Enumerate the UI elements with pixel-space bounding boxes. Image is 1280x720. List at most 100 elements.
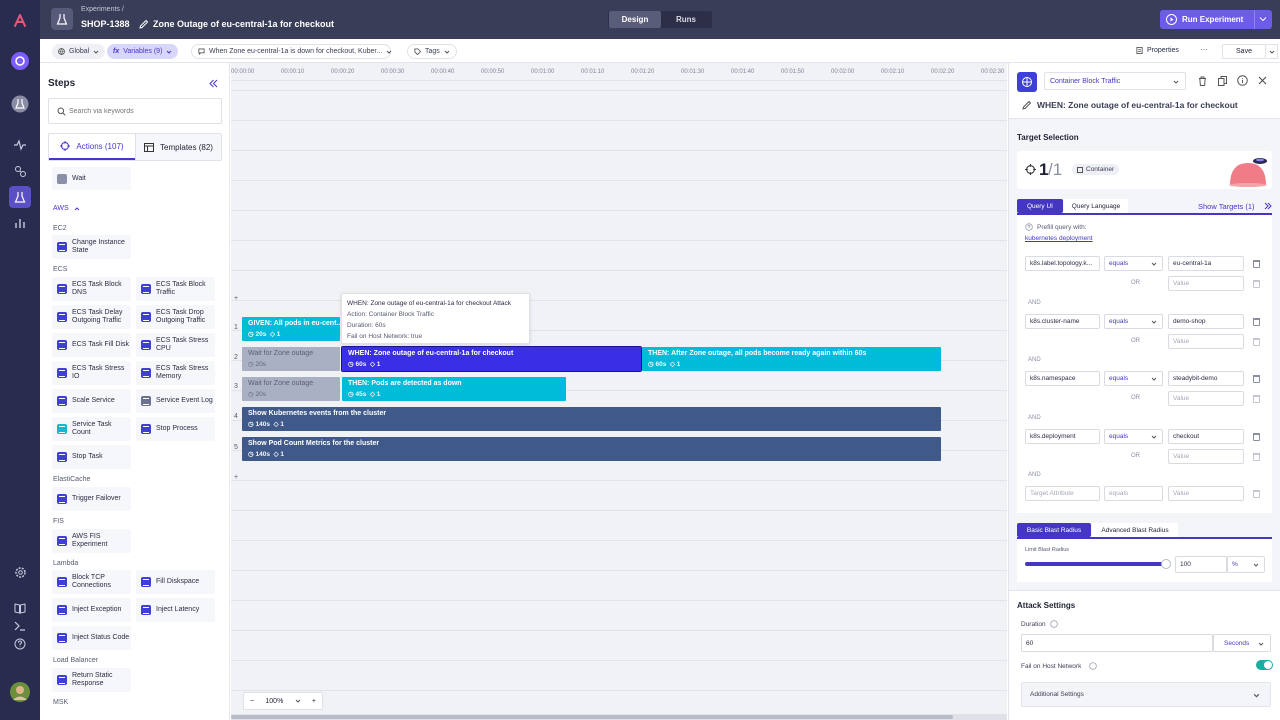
tab-actions[interactable]: Actions (107)	[49, 134, 135, 160]
double-chevron-right-icon[interactable]	[1264, 202, 1272, 210]
avatar[interactable]	[9, 681, 31, 703]
collapse-panel-icon[interactable]	[209, 79, 218, 88]
tab-basic-blast-radius[interactable]: Basic Blast Radius	[1017, 523, 1091, 537]
step-return-static-response[interactable]: Return Static Response	[52, 668, 131, 692]
query-value-field[interactable]: checkout	[1168, 429, 1244, 444]
more-options-icon[interactable]: ···	[1200, 45, 1208, 54]
wait-step-block[interactable]: Wait for Zone outage ◷ 20s	[242, 347, 340, 371]
fail-host-network-toggle[interactable]	[1256, 660, 1273, 670]
query-operator-select[interactable]: equals	[1104, 314, 1163, 329]
action-select[interactable]: Container Block Traffic	[1044, 72, 1186, 90]
query-key-field[interactable]: k8s.deployment	[1025, 429, 1100, 444]
query-value-field[interactable]: Value	[1168, 276, 1244, 291]
target-attribute-field[interactable]: Target Attribute	[1025, 486, 1100, 501]
search-input[interactable]	[69, 105, 209, 117]
aws-group-toggle[interactable]: AWS	[53, 205, 80, 212]
save-button[interactable]: Save	[1222, 44, 1266, 59]
info-icon[interactable]	[1237, 75, 1248, 86]
step-scale-service[interactable]: Scale Service	[52, 389, 131, 413]
then-step-block[interactable]: THEN: After Zone outage, all pods become…	[642, 347, 941, 371]
query-key-field[interactable]: k8s.label.topology.k...	[1025, 256, 1100, 271]
events-step-block[interactable]: Show Kubernetes events from the cluster …	[242, 407, 941, 431]
query-operator-select[interactable]: equals	[1104, 429, 1163, 444]
step-aws-fis-experiment[interactable]: AWS FIS Experiment	[52, 529, 131, 553]
trash-icon[interactable]	[1253, 280, 1260, 288]
trash-icon[interactable]	[1253, 453, 1260, 461]
delete-icon[interactable]	[1198, 76, 1207, 86]
step-ecs-task-fill-disk[interactable]: ECS Task Fill Disk	[52, 333, 131, 357]
trash-icon[interactable]	[1253, 433, 1260, 441]
help-icon[interactable]	[9, 633, 31, 655]
step-wait[interactable]: Wait	[52, 167, 131, 190]
blast-radius-slider[interactable]	[1025, 559, 1171, 569]
query-value-field[interactable]: eu-central-1a	[1168, 256, 1244, 271]
trash-icon[interactable]	[1253, 318, 1260, 326]
prefill-link[interactable]: kubernetes deployment	[1025, 235, 1093, 242]
query-operator-select[interactable]: equals	[1104, 486, 1163, 501]
step-stop-task[interactable]: Stop Task	[52, 445, 131, 469]
when-step-block[interactable]: WHEN: Zone outage of eu-central-1a for c…	[341, 346, 642, 372]
workspace-icon[interactable]	[9, 50, 31, 72]
breadcrumb[interactable]: Experiments /	[81, 6, 124, 13]
query-operator-select[interactable]: equals	[1104, 371, 1163, 386]
reports-icon[interactable]	[9, 212, 31, 234]
tab-templates[interactable]: Templates (82)	[135, 134, 221, 160]
step-inject-status-code[interactable]: Inject Status Code	[52, 626, 131, 650]
tags-button[interactable]: Tags	[407, 44, 457, 59]
query-value-field[interactable]: steadybit-demo	[1168, 371, 1244, 386]
step-inject-exception[interactable]: Inject Exception	[52, 598, 131, 622]
step-ecs-task-block-dns[interactable]: ECS Task Block DNS	[52, 277, 131, 301]
hypothesis-field[interactable]: When Zone eu-central-1a is down for chec…	[191, 44, 392, 59]
step-stop-process[interactable]: Stop Process	[136, 417, 215, 441]
duplicate-icon[interactable]	[1218, 76, 1227, 86]
limit-value-field[interactable]: 100	[1175, 556, 1227, 573]
trash-icon[interactable]	[1253, 395, 1260, 403]
limit-unit-select[interactable]: %	[1227, 556, 1265, 573]
experiments-home-icon[interactable]	[9, 93, 31, 115]
environment-select[interactable]: Global	[52, 44, 106, 59]
run-experiment-button[interactable]: Run Experiment	[1160, 10, 1272, 29]
step-trigger-failover[interactable]: Trigger Failover	[52, 487, 131, 511]
wait-step-block[interactable]: Wait for Zone outage ◷ 20s	[242, 377, 340, 401]
add-lane-icon[interactable]: +	[234, 474, 238, 481]
step-ecs-task-stress-io[interactable]: ECS Task Stress IO	[52, 361, 131, 385]
then-step-block[interactable]: THEN: Pods are detected as down ◷ 45s ◇ …	[342, 377, 566, 401]
step-fill-diskspace[interactable]: Fill Diskspace	[136, 570, 215, 594]
step-ecs-task-drop[interactable]: ECS Task Drop Outgoing Traffic	[136, 305, 215, 329]
step-change-instance-state[interactable]: Change Instance State	[52, 235, 131, 259]
query-operator-select[interactable]: equals	[1104, 256, 1163, 271]
query-value-field[interactable]: Value	[1168, 449, 1244, 464]
step-ecs-task-delay[interactable]: ECS Task Delay Outgoing Traffic	[52, 305, 131, 329]
tab-advanced-blast-radius[interactable]: Advanced Blast Radius	[1092, 523, 1178, 537]
query-value-field[interactable]: Value	[1168, 334, 1244, 349]
experiment-title[interactable]: Zone Outage of eu-central-1a for checkou…	[153, 19, 334, 29]
search-field[interactable]	[48, 98, 222, 124]
settings-icon[interactable]	[9, 561, 31, 583]
query-key-field[interactable]: k8s.namespace	[1025, 371, 1100, 386]
query-value-field[interactable]: Value	[1168, 391, 1244, 406]
additional-settings-toggle[interactable]: Additional Settings	[1021, 682, 1271, 707]
slider-thumb[interactable]	[1161, 559, 1171, 569]
step-title[interactable]: WHEN: Zone outage of eu-central-1a for c…	[1037, 100, 1238, 110]
chevron-down-icon[interactable]	[1259, 15, 1267, 23]
given-step-block[interactable]: GIVEN: All pods in eu-cent... ◷ 20s ◇ 1	[242, 317, 340, 341]
zoom-in-icon[interactable]: +	[312, 698, 316, 705]
logo-icon[interactable]	[9, 10, 31, 32]
tab-query-language[interactable]: Query Language	[1064, 199, 1128, 213]
step-ecs-task-block-traffic[interactable]: ECS Task Block Traffic	[136, 277, 215, 301]
step-service-task-count[interactable]: Service Task Count	[52, 417, 131, 441]
query-key-field[interactable]: k8s.cluster-name	[1025, 314, 1100, 329]
step-service-event-log[interactable]: Service Event Log	[136, 389, 215, 413]
timeline-canvas[interactable]: 00:00:00 00:00:10 00:00:20 00:00:30 00:00:40…	[231, 63, 1007, 720]
horizontal-scrollbar[interactable]	[231, 714, 1007, 720]
tab-runs[interactable]: Runs	[660, 11, 712, 28]
explorer-icon[interactable]	[9, 160, 31, 182]
trash-icon[interactable]	[1253, 375, 1260, 383]
close-icon[interactable]	[1258, 76, 1267, 85]
step-inject-latency[interactable]: Inject Latency	[136, 598, 215, 622]
activity-icon[interactable]	[9, 134, 31, 156]
save-options-chevron-icon[interactable]	[1266, 44, 1278, 59]
edit-pencil-icon[interactable]	[1022, 100, 1032, 110]
edit-pencil-icon[interactable]	[139, 19, 149, 29]
trash-icon[interactable]	[1253, 260, 1260, 268]
